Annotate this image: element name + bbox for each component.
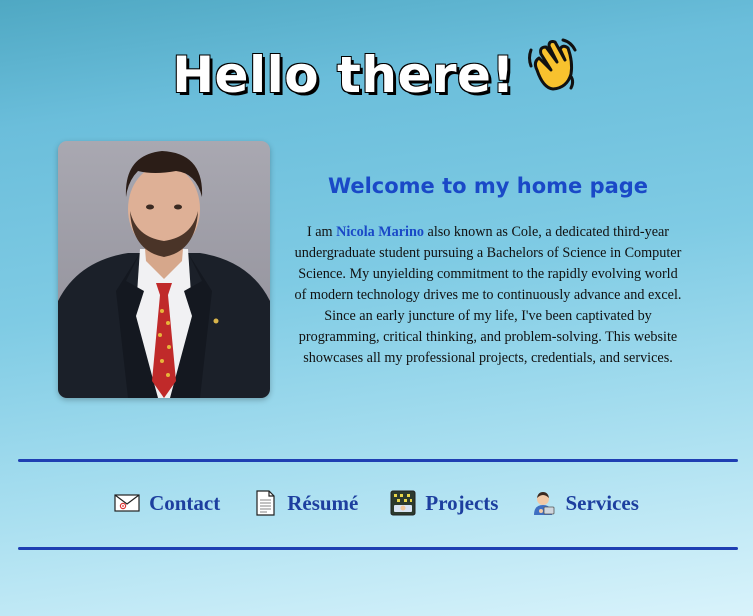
computer-screen-icon <box>390 490 416 516</box>
nav-projects-label: Projects <box>425 490 499 515</box>
hero-title-text: Hello there! <box>172 46 515 104</box>
bio-prefix: I am <box>306 224 337 240</box>
nav-resume-link[interactable]: Résumé <box>252 490 358 516</box>
main-nav: Contact Résumé Projects Services <box>0 486 753 520</box>
top-divider <box>18 459 738 462</box>
waving-hand-icon <box>523 34 581 94</box>
author-name: Nicola Marino <box>336 224 424 240</box>
welcome-heading: Welcome to my home page <box>327 174 649 198</box>
profile-photo <box>58 141 270 398</box>
hero-title: Hello there! <box>0 34 753 107</box>
envelope-icon <box>114 490 140 516</box>
bio-suffix: also known as Cole, a dedicated third-ye… <box>294 224 682 366</box>
bio-paragraph: I am Nicola Marino also known as Cole, a… <box>292 222 684 369</box>
nav-contact-link[interactable]: Contact <box>114 490 220 516</box>
nav-contact-label: Contact <box>149 490 221 515</box>
technologist-icon <box>530 490 556 516</box>
nav-services-label: Services <box>565 490 639 515</box>
bottom-divider <box>18 547 738 550</box>
document-icon <box>252 490 278 516</box>
nav-resume-label: Résumé <box>287 490 359 515</box>
nav-services-link[interactable]: Services <box>530 490 639 516</box>
nav-projects-link[interactable]: Projects <box>390 490 498 516</box>
